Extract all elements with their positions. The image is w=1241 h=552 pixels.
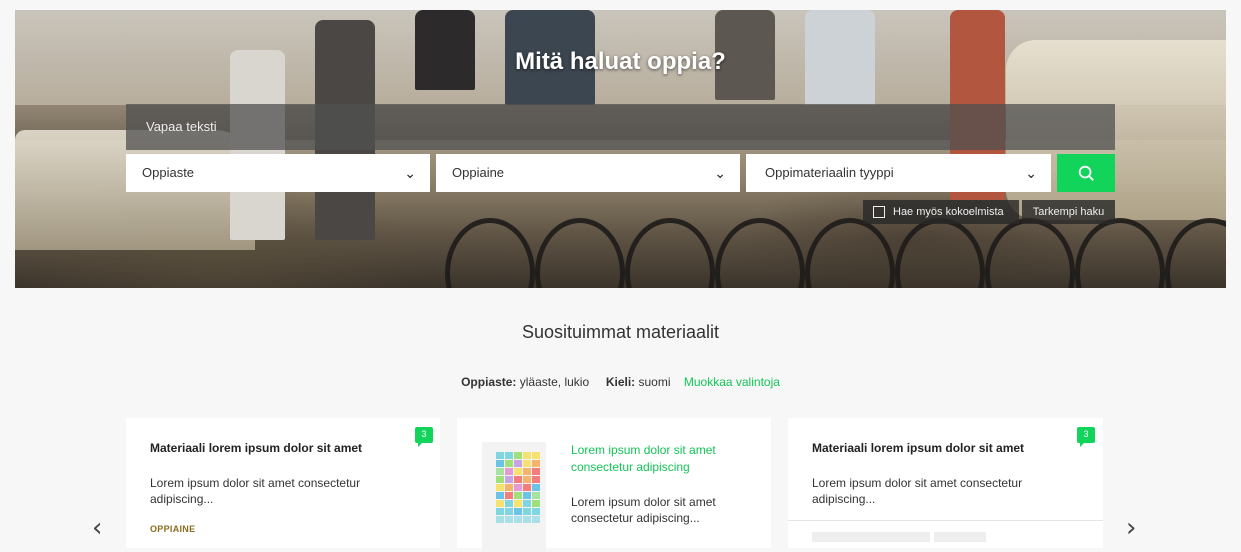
search-icon [1078, 165, 1094, 181]
material-thumbnail [482, 442, 546, 552]
card-divider [788, 520, 1103, 521]
spiral-ring [625, 218, 715, 288]
checkbox-label: Hae myös kokoelmista [893, 206, 1004, 218]
filter-summary: Oppiaste: yläaste, lukio Kieli: suomi Mu… [0, 375, 1241, 389]
section-title: Suosituimmat materiaalit [521, 322, 720, 342]
filter-key: Kieli: [605, 375, 636, 389]
material-card[interactable]: 3 Materiaali lorem ipsum dolor sit amet … [788, 418, 1103, 548]
spiral-ring [985, 218, 1075, 288]
card-description: Lorem ipsum dolor sit amet consectetur a… [150, 476, 361, 506]
oppiaine-select-label: Oppiaine [452, 165, 505, 180]
comment-count-badge: 3 [415, 427, 433, 447]
free-text-search-input[interactable]: Vapaa teksti [126, 104, 1115, 150]
spiral-ring [715, 218, 805, 288]
card-subject-label: OPPIAINE [150, 524, 196, 534]
chevron-down-icon: ⌄ [1025, 165, 1037, 181]
hero-title: Mitä haluat oppia? [515, 48, 726, 75]
card-tag[interactable] [812, 532, 930, 542]
material-type-select[interactable]: Oppimateriaalin tyyppi ⌄ [746, 154, 1051, 192]
card-title-link[interactable]: Lorem ipsum dolor sit amet consectetur a… [571, 442, 751, 476]
advanced-search-button[interactable]: Tarkempi haku [1022, 200, 1115, 224]
card-description: Lorem ipsum dolor sit amet consectetur a… [812, 476, 1023, 506]
card-title[interactable]: Materiaali lorem ipsum dolor sit amet [812, 441, 1024, 455]
oppiaine-select[interactable]: Oppiaine ⌄ [436, 154, 740, 192]
checkbox-box[interactable] [873, 206, 885, 218]
chevron-down-icon: ⌄ [714, 165, 726, 181]
material-type-select-label: Oppimateriaalin tyyppi [765, 165, 894, 180]
search-button[interactable] [1057, 154, 1115, 192]
material-card[interactable]: 3 Materiaali lorem ipsum dolor sit amet … [126, 418, 440, 548]
card-tag[interactable] [934, 532, 986, 542]
hero-banner: Mitä haluat oppia? Vapaa teksti Oppiaste… [15, 10, 1226, 288]
material-card[interactable]: Lorem ipsum dolor sit amet consectetur a… [457, 418, 771, 552]
spiral-ring [445, 218, 535, 288]
spiral-ring [1075, 218, 1165, 288]
filter-value: yläaste, lukio [519, 375, 590, 389]
spiral-ring [895, 218, 985, 288]
spiral-ring [1165, 218, 1226, 288]
filter-key: Oppiaste: [461, 375, 517, 389]
comment-count-badge: 3 [1077, 427, 1095, 447]
oppiaste-select[interactable]: Oppiaste ⌄ [126, 154, 430, 192]
card-description: Lorem ipsum dolor sit amet consectetur a… [571, 495, 716, 525]
search-collections-checkbox[interactable]: Hae myös kokoelmista [863, 200, 1019, 224]
spiral-ring [805, 218, 895, 288]
spiral-ring [535, 218, 625, 288]
chevron-down-icon: ⌄ [404, 165, 416, 181]
card-title[interactable]: Materiaali lorem ipsum dolor sit amet [150, 441, 362, 455]
oppiaste-select-label: Oppiaste [142, 165, 195, 180]
edit-filters-link[interactable]: Muokkaa valintoja [684, 375, 780, 389]
filter-value: suomi [638, 375, 671, 389]
